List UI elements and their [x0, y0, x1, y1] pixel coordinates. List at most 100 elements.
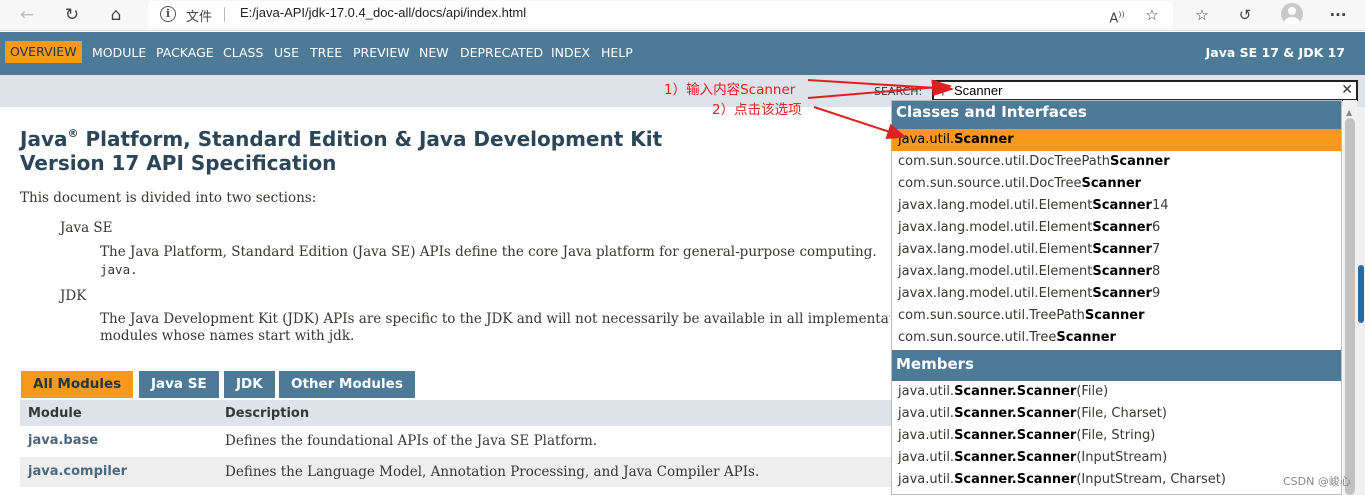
- page-scrollbar[interactable]: [1357, 107, 1365, 495]
- item-match: Scanner.Scanner: [954, 428, 1077, 443]
- nav-tree[interactable]: TREE: [310, 45, 342, 60]
- module-link[interactable]: java.base: [28, 433, 98, 448]
- dropdown-item-class[interactable]: com.sun.source.util.TreePathScanner: [892, 305, 1341, 327]
- item-match: Scanner: [1092, 242, 1152, 257]
- item-prefix: javax.lang.model.util.Element: [898, 286, 1093, 301]
- title-registered-mark: ®: [67, 127, 79, 140]
- item-prefix: java.util.: [898, 450, 955, 465]
- address-divider: [224, 7, 225, 22]
- dropdown-item-class[interactable]: com.sun.source.util.DocTreePathScanner: [892, 151, 1341, 173]
- table-row: java.base Defines the foundational APIs …: [20, 426, 900, 456]
- item-suffix: 8: [1151, 264, 1161, 279]
- section-desc-line: The Java Development Kit (JDK) APIs are …: [100, 311, 890, 327]
- nav-package[interactable]: PACKAGE: [156, 45, 214, 60]
- section-desc-line: java.: [100, 262, 138, 277]
- nav-use[interactable]: USE: [274, 45, 299, 60]
- dropdown-item-class[interactable]: com.sun.source.util.DocTreeScanner: [892, 173, 1341, 195]
- item-match: Scanner: [1092, 220, 1152, 235]
- info-icon[interactable]: i: [160, 6, 176, 22]
- annotation-step2: 2）点击该选项: [712, 102, 802, 118]
- read-aloud-icon[interactable]: A)): [1105, 3, 1129, 27]
- nav-overview[interactable]: OVERVIEW: [5, 41, 82, 63]
- item-prefix: java.util.: [898, 472, 955, 487]
- add-favorite-icon[interactable]: ☆: [1140, 3, 1164, 27]
- tab-all-modules[interactable]: All Modules: [21, 371, 134, 398]
- item-match: Scanner.Scanner: [954, 406, 1077, 421]
- dropdown-item-member[interactable]: java.util.Scanner.Scanner(File, String): [892, 425, 1341, 447]
- dropdown-item-class[interactable]: com.sun.source.util.TreeScanner: [892, 327, 1341, 349]
- version-label: Java SE 17 & JDK 17: [1205, 45, 1345, 60]
- item-prefix: javax.lang.model.util.Element: [898, 242, 1093, 257]
- more-menu-icon[interactable]: ···: [1326, 3, 1350, 27]
- module-description: Defines the foundational APIs of the Jav…: [225, 433, 598, 449]
- favorites-icon[interactable]: ☆: [1190, 3, 1214, 27]
- page-title: Java® Platform, Standard Edition & Java …: [20, 127, 662, 175]
- refresh-icon[interactable]: ↻: [59, 3, 85, 27]
- profile-avatar[interactable]: [1281, 3, 1303, 25]
- dropdown-item-class[interactable]: java.util.Scanner: [892, 129, 1341, 151]
- item-prefix: java.util.: [898, 428, 955, 443]
- scroll-up-icon[interactable]: ▲: [1346, 108, 1352, 117]
- item-suffix: 9: [1151, 286, 1161, 301]
- item-suffix: 7: [1151, 242, 1161, 257]
- dropdown-item-class[interactable]: javax.lang.model.util.ElementScanner6: [892, 217, 1341, 239]
- dropdown-item-member[interactable]: java.util.Scanner.Scanner(File, Charset): [892, 403, 1341, 425]
- home-icon[interactable]: ⌂: [103, 3, 129, 27]
- item-match: Scanner: [1081, 176, 1142, 191]
- item-prefix: java.util.: [898, 132, 955, 147]
- item-prefix: com.sun.source.util.DocTree: [898, 176, 1082, 191]
- item-suffix: 14: [1151, 198, 1169, 213]
- tab-other-modules[interactable]: Other Modules: [279, 371, 415, 398]
- dropdown-item-member[interactable]: java.util.Scanner.Scanner(InputStream): [892, 447, 1341, 469]
- item-prefix: com.sun.source.util.TreePath: [898, 308, 1085, 323]
- intro-text: This document is divided into two sectio…: [20, 190, 317, 206]
- nav-index[interactable]: INDEX: [551, 45, 590, 60]
- search-autocomplete-dropdown: Classes and Interfaces java.util.Scanner…: [891, 100, 1342, 495]
- item-suffix: (File, String): [1076, 428, 1156, 443]
- nav-deprecated[interactable]: DEPRECATED: [460, 45, 543, 60]
- dropdown-item-class[interactable]: javax.lang.model.util.ElementScanner9: [892, 283, 1341, 305]
- item-match: Scanner: [1092, 198, 1152, 213]
- page-scroll-thumb[interactable]: [1358, 265, 1364, 323]
- dropdown-scrollbar[interactable]: ▲: [1343, 100, 1357, 495]
- search-input[interactable]: ⚲ Scanner ✕: [932, 80, 1358, 101]
- title-line2: Version 17 API Specification: [20, 151, 337, 175]
- dropdown-category-classes: Classes and Interfaces: [892, 101, 1341, 129]
- tab-java-se[interactable]: Java SE: [139, 371, 219, 398]
- dropdown-item-class[interactable]: javax.lang.model.util.ElementScanner8: [892, 261, 1341, 283]
- search-input-value[interactable]: Scanner: [954, 83, 1002, 98]
- dropdown-item-member[interactable]: java.util.Scanner.Scanner(File): [892, 381, 1341, 403]
- back-arrow-icon[interactable]: ←: [14, 3, 40, 27]
- tab-jdk[interactable]: JDK: [224, 371, 275, 398]
- item-prefix: java.util.: [898, 384, 955, 399]
- dropdown-item-member[interactable]: java.util.Scanner.Scanner(InputStream, C…: [892, 469, 1341, 491]
- item-prefix: java.util.: [898, 406, 955, 421]
- item-match: Scanner.Scanner: [954, 384, 1077, 399]
- watermark: CSDN @峻心: [1283, 475, 1351, 488]
- item-prefix: com.sun.source.util.Tree: [898, 330, 1057, 345]
- top-nav-bar: OVERVIEW MODULE PACKAGE CLASS USE TREE P…: [0, 32, 1365, 75]
- item-suffix: (File, Charset): [1076, 406, 1167, 421]
- table-header: Module Description: [20, 400, 900, 426]
- dropdown-item-class[interactable]: javax.lang.model.util.ElementScanner14: [892, 195, 1341, 217]
- history-icon[interactable]: ↺: [1233, 3, 1257, 27]
- module-link[interactable]: java.compiler: [28, 464, 127, 479]
- nav-class[interactable]: CLASS: [223, 45, 263, 60]
- item-match: Scanner: [1110, 154, 1170, 169]
- annotation-step1: 1）输入内容Scanner: [664, 82, 796, 98]
- address-bar[interactable]: i 文件 E:/java-API/jdk-17.0.4_doc-all/docs…: [148, 1, 1173, 28]
- title-java: Java: [20, 127, 68, 151]
- module-description: Defines the Language Model, Annotation P…: [225, 464, 760, 480]
- dropdown-scroll-thumb[interactable]: [1345, 118, 1355, 495]
- column-header-module: Module: [28, 406, 82, 421]
- clear-search-icon[interactable]: ✕: [1341, 82, 1353, 98]
- nav-new[interactable]: NEW: [419, 45, 449, 60]
- dropdown-item-class[interactable]: javax.lang.model.util.ElementScanner7: [892, 239, 1341, 261]
- address-url[interactable]: E:/java-API/jdk-17.0.4_doc-all/docs/api/…: [240, 5, 526, 20]
- column-header-description: Description: [225, 406, 310, 421]
- nav-preview[interactable]: PREVIEW: [353, 45, 410, 60]
- section-desc-line: The Java Platform, Standard Edition (Jav…: [100, 244, 877, 260]
- nav-help[interactable]: HELP: [601, 45, 633, 60]
- nav-module[interactable]: MODULE: [92, 45, 146, 60]
- item-match: Scanner.Scanner: [954, 472, 1077, 487]
